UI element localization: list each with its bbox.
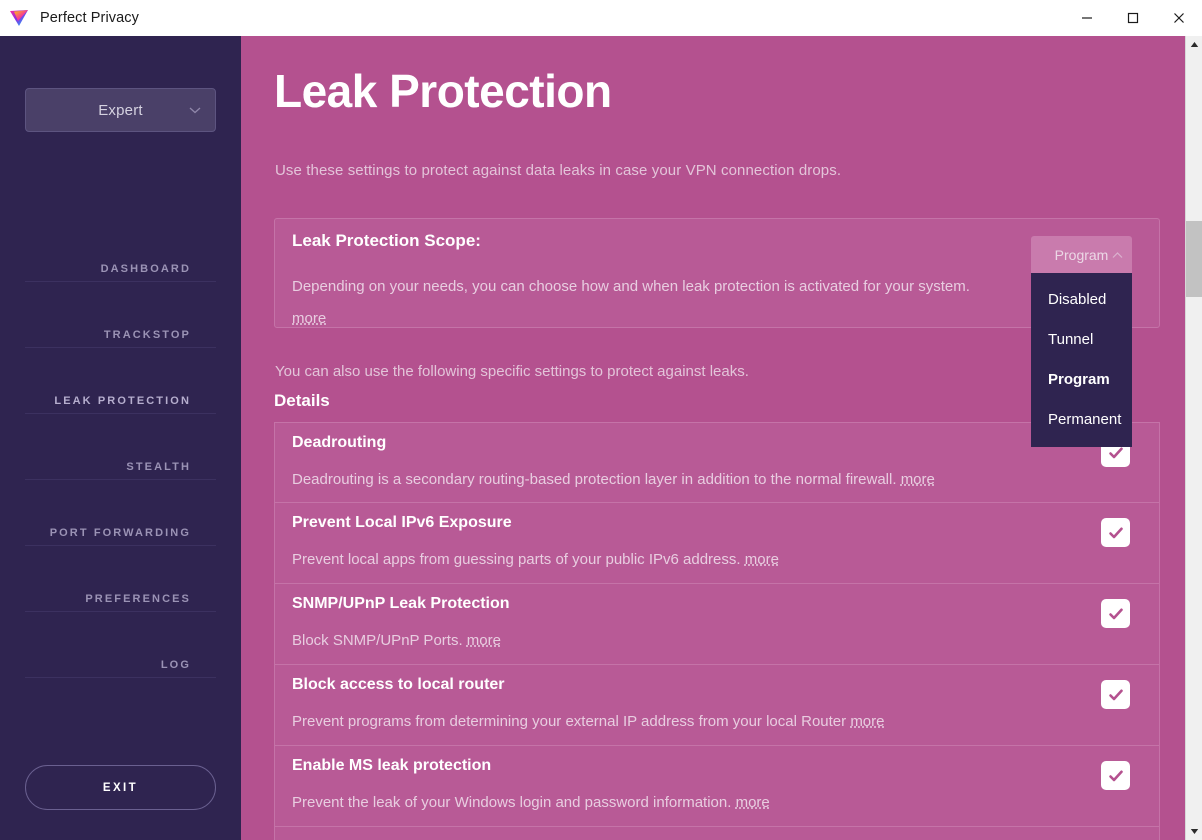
window-title: Perfect Privacy xyxy=(40,9,139,26)
scope-dropdown-button[interactable]: Program xyxy=(1031,236,1132,273)
dropdown-option-tunnel[interactable]: Tunnel xyxy=(1031,319,1132,359)
detail-description: Deadrouting is a secondary routing-based… xyxy=(292,471,935,488)
sidebar-item-label: TRACKSTOP xyxy=(103,329,191,341)
page-subtitle: Use these settings to protect against da… xyxy=(275,162,842,179)
window-titlebar: Perfect Privacy xyxy=(0,0,1202,36)
minimize-button[interactable] xyxy=(1064,0,1110,36)
detail-description: Block SNMP/UPnP Ports. more xyxy=(292,632,501,649)
leak-protection-scope-card: Leak Protection Scope: Depending on your… xyxy=(274,218,1160,328)
detail-more-link[interactable]: more xyxy=(850,713,884,730)
table-row: SNMP/UPnP Leak Protection Block SNMP/UPn… xyxy=(274,584,1160,665)
sidebar: Expert DASHBOARD TRACKSTOP LEAK PROTECTI… xyxy=(0,36,241,840)
scope-card-description: Depending on your needs, you can choose … xyxy=(292,271,992,335)
sidebar-item-stealth[interactable]: STEALTH xyxy=(25,414,216,480)
scope-dropdown: Program Disabled Tunnel Program Permanen… xyxy=(1031,236,1132,447)
chevron-down-icon xyxy=(189,101,201,119)
window-controls xyxy=(1064,0,1202,36)
table-row: Enable MS leak protection Prevent the le… xyxy=(274,746,1160,827)
detail-description-text: Prevent programs from determining your e… xyxy=(292,713,847,730)
sidebar-item-label: DASHBOARD xyxy=(100,263,191,275)
application-window: Perfect Privacy Expert DASHBOARD TRACKST… xyxy=(0,0,1202,840)
detail-description-text: Prevent local apps from guessing parts o… xyxy=(292,551,741,568)
table-row: Block access to local router Prevent pro… xyxy=(274,665,1160,746)
details-heading: Details xyxy=(274,391,330,410)
dropdown-option-program[interactable]: Program xyxy=(1031,359,1132,399)
detail-title: Block access to local router xyxy=(292,676,505,693)
detail-checkbox-enable-ms-leak-protection[interactable] xyxy=(1101,761,1130,790)
dropdown-option-disabled[interactable]: Disabled xyxy=(1031,279,1132,319)
detail-checkbox-snmp-upnp-leak-protection[interactable] xyxy=(1101,599,1130,628)
detail-description-text: Block SNMP/UPnP Ports. xyxy=(292,632,463,649)
vertical-scrollbar[interactable] xyxy=(1185,36,1202,840)
scroll-down-arrow-icon[interactable] xyxy=(1186,823,1202,840)
sidebar-item-preferences[interactable]: PREFERENCES xyxy=(25,546,216,612)
chevron-up-icon xyxy=(1112,246,1123,264)
scope-dropdown-options: Disabled Tunnel Program Permanent xyxy=(1031,273,1132,447)
detail-title: SNMP/UPnP Leak Protection xyxy=(292,595,510,612)
sidebar-item-dashboard[interactable]: DASHBOARD xyxy=(25,216,216,282)
sidebar-item-label: PORT FORWARDING xyxy=(49,527,191,539)
detail-title: Prevent Local IPv6 Exposure xyxy=(292,514,512,531)
sidebar-item-label: LOG xyxy=(160,659,191,671)
perfect-privacy-logo-icon xyxy=(8,7,30,29)
table-row: Deadrouting Deadrouting is a secondary r… xyxy=(274,422,1160,503)
detail-description-text: Prevent the leak of your Windows login a… xyxy=(292,794,732,811)
detail-description: Prevent local apps from guessing parts o… xyxy=(292,551,779,568)
detail-checkbox-prevent-local-ipv6-exposure[interactable] xyxy=(1101,518,1130,547)
scroll-up-arrow-icon[interactable] xyxy=(1186,36,1202,53)
scrollbar-thumb[interactable] xyxy=(1186,221,1202,297)
sidebar-nav: DASHBOARD TRACKSTOP LEAK PROTECTION STEA… xyxy=(0,216,241,678)
details-intro-text: You can also use the following specific … xyxy=(275,363,749,380)
exit-button-label: EXIT xyxy=(102,781,139,794)
detail-more-link[interactable]: more xyxy=(901,471,935,488)
detail-title: Enable MS leak protection xyxy=(292,757,492,774)
sidebar-item-label: PREFERENCES xyxy=(85,593,191,605)
exit-button[interactable]: EXIT xyxy=(25,765,216,810)
detail-description-text: Deadrouting is a secondary routing-based… xyxy=(292,471,897,488)
scope-dropdown-value: Program xyxy=(1054,246,1109,263)
sidebar-item-trackstop[interactable]: TRACKSTOP xyxy=(25,282,216,348)
sidebar-item-log[interactable]: LOG xyxy=(25,612,216,678)
page-title: Leak Protection xyxy=(274,65,612,117)
detail-description: Prevent programs from determining your e… xyxy=(292,713,885,730)
scope-card-title: Leak Protection Scope: xyxy=(292,231,481,250)
sidebar-item-leak-protection[interactable]: LEAK PROTECTION xyxy=(25,348,216,414)
detail-title: Deadrouting xyxy=(292,434,387,451)
sidebar-item-label: STEALTH xyxy=(126,461,191,473)
sidebar-item-label: LEAK PROTECTION xyxy=(54,395,191,407)
maximize-button[interactable] xyxy=(1110,0,1156,36)
detail-more-link[interactable]: more xyxy=(745,551,779,568)
detail-description: Prevent the leak of your Windows login a… xyxy=(292,794,770,811)
details-list: Deadrouting Deadrouting is a secondary r… xyxy=(274,422,1160,840)
detail-more-link[interactable]: more xyxy=(467,632,501,649)
detail-more-link[interactable]: more xyxy=(736,794,770,811)
mode-select-dropdown[interactable]: Expert xyxy=(25,88,216,132)
table-row xyxy=(274,827,1160,840)
scope-card-description-text: Depending on your needs, you can choose … xyxy=(292,278,970,295)
close-button[interactable] xyxy=(1156,0,1202,36)
table-row: Prevent Local IPv6 Exposure Prevent loca… xyxy=(274,503,1160,584)
mode-select-value: Expert xyxy=(98,101,143,119)
detail-checkbox-block-access-to-local-router[interactable] xyxy=(1101,680,1130,709)
scope-more-link[interactable]: more xyxy=(292,310,326,327)
dropdown-option-permanent[interactable]: Permanent xyxy=(1031,399,1132,439)
main-frame: Expert DASHBOARD TRACKSTOP LEAK PROTECTI… xyxy=(0,36,1202,840)
sidebar-item-port-forwarding[interactable]: PORT FORWARDING xyxy=(25,480,216,546)
